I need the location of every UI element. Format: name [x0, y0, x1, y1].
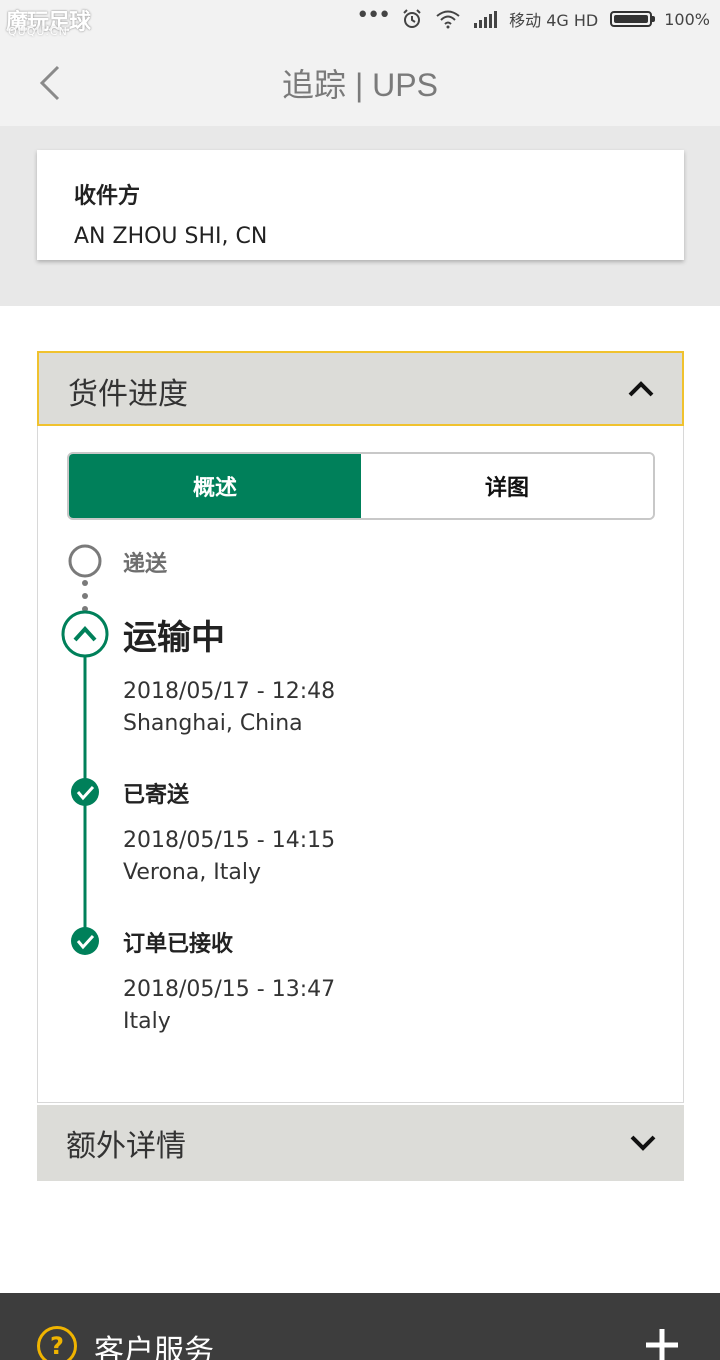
step-location: Verona, Italy	[123, 860, 262, 885]
progress-panel-title: 货件进度	[68, 377, 188, 412]
step-date: 2018/05/15 - 14:15	[123, 828, 336, 853]
step-location: Italy	[123, 1009, 171, 1034]
plus-icon	[646, 1329, 678, 1360]
shipment-progress-panel: 货件进度 概述 详图 递送 运输中 2018/05/17 - 12:48 Sha…	[37, 351, 684, 1103]
status-bar: 魔玩足球 QUQU.CN ••• 移动 4G HD 100%	[0, 0, 720, 40]
customer-service-bar[interactable]: ? 客户服务	[0, 1293, 720, 1360]
help-icon: ?	[37, 1326, 77, 1360]
extra-details-title: 额外详情	[66, 1129, 186, 1164]
recipient-value: AN ZHOU SHI, CN	[74, 224, 268, 249]
customer-service-label: 客户服务	[94, 1334, 214, 1360]
chevron-up-icon	[628, 381, 654, 397]
tab-detail[interactable]: 详图	[361, 454, 653, 518]
alarm-icon	[403, 9, 421, 28]
step-order-received-label: 订单已接收	[123, 932, 234, 957]
chevron-down-icon	[630, 1135, 656, 1151]
check-circle-icon	[71, 778, 99, 806]
carrier-text: 移动 4G HD	[509, 11, 599, 30]
progress-panel-header[interactable]: 货件进度	[37, 351, 684, 426]
recipient-card: 收件方 AN ZHOU SHI, CN	[37, 150, 684, 260]
step-in-transit-meta: 2018/05/17 - 12:48 Shanghai, China	[123, 676, 335, 740]
signal-icon	[474, 11, 498, 28]
check-circle-icon	[71, 927, 99, 955]
step-shipped-label: 已寄送	[123, 783, 190, 808]
battery-icon	[610, 11, 656, 27]
recipient-label: 收件方	[74, 184, 141, 209]
step-shipped-meta: 2018/05/15 - 14:15 Verona, Italy	[123, 825, 335, 889]
tab-overview[interactable]: 概述	[69, 454, 361, 518]
battery-percent: 100%	[664, 9, 710, 29]
step-date: 2018/05/17 - 12:48	[123, 679, 336, 704]
status-icons: ••• 移动 4G HD 100%	[356, 3, 710, 32]
step-order-received-meta: 2018/05/15 - 13:47 Italy	[123, 974, 335, 1038]
wifi-icon	[436, 10, 460, 29]
extra-details-header[interactable]: 额外详情	[37, 1105, 684, 1181]
page-title: 追踪 | UPS	[282, 67, 438, 103]
step-location: Shanghai, China	[123, 711, 303, 736]
view-toggle: 概述 详图	[67, 452, 655, 520]
more-dots-icon: •••	[356, 3, 391, 28]
current-step-icon	[61, 610, 109, 658]
progress-timeline: 递送 运输中 2018/05/17 - 12:48 Shanghai, Chin…	[38, 542, 683, 1082]
step-date: 2018/05/15 - 13:47	[123, 977, 336, 1002]
app-header: 追踪 | UPS	[0, 40, 720, 126]
step-delivery-label: 递送	[123, 552, 168, 577]
step-in-transit-label: 运输中	[123, 618, 225, 658]
watermark-sub: QUQU.CN	[8, 25, 68, 38]
recipient-section: 收件方 AN ZHOU SHI, CN	[0, 126, 720, 306]
pending-step-icon	[68, 544, 102, 578]
